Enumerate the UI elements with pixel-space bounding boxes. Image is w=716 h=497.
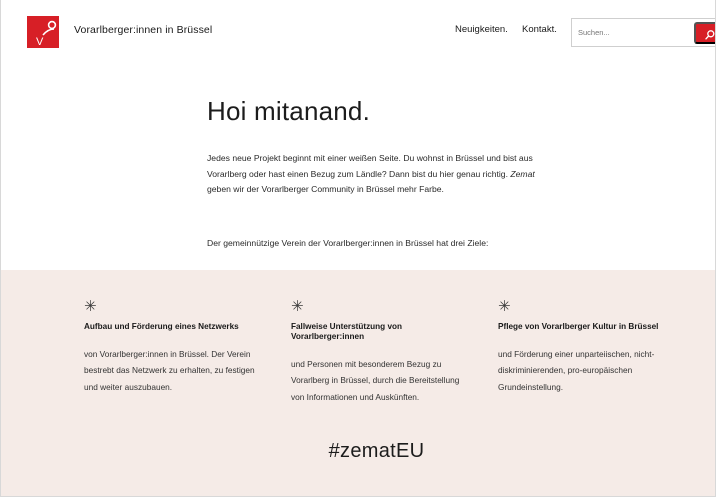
site-title[interactable]: Vorarlberger:innen in Brüssel (74, 24, 212, 36)
search-box (571, 18, 715, 47)
goals-section: ✳ Aufbau und Förderung eines Netzwerks v… (1, 270, 715, 496)
asterisk-icon: ✳ (84, 298, 97, 315)
intro-emphasis: Zemat (510, 168, 535, 179)
page: V Vorarlberger:innen in Brüssel Neuigkei… (0, 0, 716, 497)
logo-mark-icon: V (36, 20, 57, 48)
goal-title: Aufbau und Förderung eines Netzwerks (84, 322, 239, 331)
goal-title: Pflege von Vorarlberger Kultur in Brüsse… (498, 322, 659, 331)
goal-title: Fallweise Unterstützung von Vorarlberger… (291, 322, 402, 341)
search-input[interactable] (578, 28, 678, 37)
goals-lead-text: Der gemeinnützige Verein der Vorarlberge… (207, 238, 489, 248)
intro-text-1: Jedes neue Projekt beginnt mit einer wei… (207, 153, 533, 179)
hashtag-heading: #zematEU (328, 440, 425, 462)
goal-text: und Förderung einer unparteiischen, nich… (498, 349, 655, 392)
page-headline: Hoi mitanand. (207, 96, 371, 126)
goal-text: und Personen mit besonderem Bezug zu Vor… (291, 359, 460, 402)
intro-text-2: geben wir der Vorarlberger Community in … (207, 184, 444, 195)
nav-link-news[interactable]: Neuigkeiten. (455, 24, 508, 35)
site-logo[interactable]: V (27, 16, 59, 48)
asterisk-icon: ✳ (498, 298, 511, 315)
intro-paragraph: Jedes neue Projekt beginnt mit einer wei… (207, 151, 557, 198)
goal-card: ✳ Aufbau und Förderung eines Netzwerks v… (84, 298, 264, 395)
search-icon (705, 30, 715, 40)
asterisk-icon: ✳ (291, 298, 304, 315)
nav-link-contact[interactable]: Kontakt. (522, 24, 557, 35)
search-button[interactable] (694, 22, 715, 44)
goal-card: ✳ Pflege von Vorarlberger Kultur in Brüs… (498, 298, 678, 395)
goal-text: von Vorarlberger:innen in Brüssel. Der V… (84, 349, 255, 392)
goal-card: ✳ Fallweise Unterstützung von Vorarlberg… (291, 298, 471, 405)
svg-text:V: V (36, 36, 44, 48)
site-header: V Vorarlberger:innen in Brüssel Neuigkei… (1, 0, 715, 62)
